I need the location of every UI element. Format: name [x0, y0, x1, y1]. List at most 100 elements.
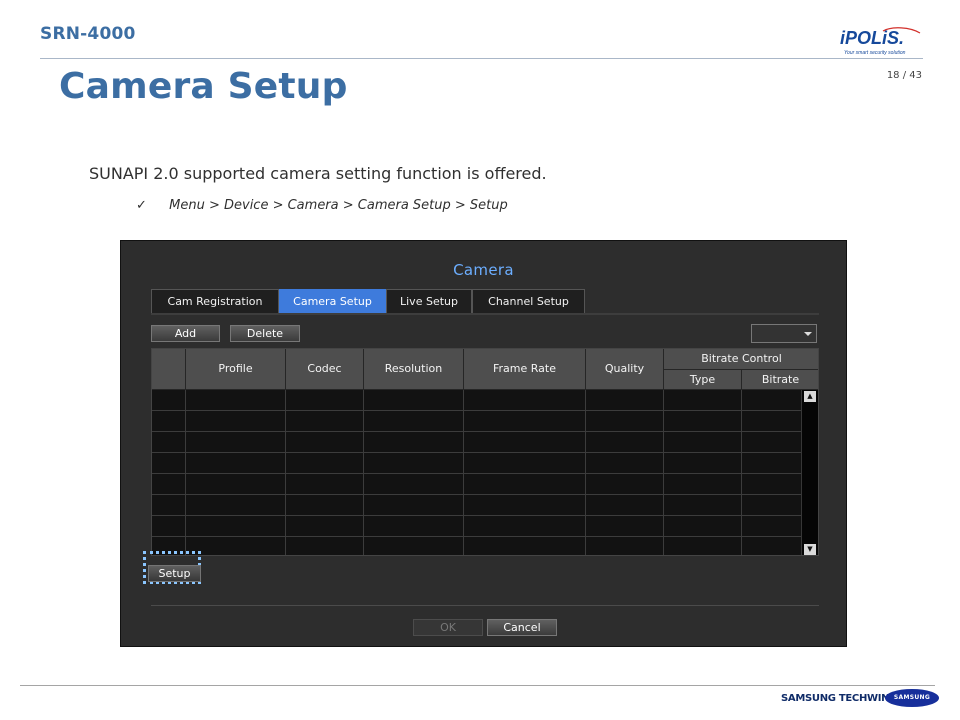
bitrate-control-column-group: Bitrate Control: [664, 349, 818, 370]
frame-rate-column-header: Frame Rate: [464, 349, 586, 390]
type-cell: [664, 516, 742, 537]
type-cell: [664, 432, 742, 453]
row-select-cell[interactable]: [152, 432, 186, 453]
tab-camera-setup[interactable]: Camera Setup: [279, 289, 386, 313]
profile-table-body: [152, 390, 802, 555]
table-row[interactable]: [152, 453, 802, 474]
table-scrollbar[interactable]: ▲ ▼: [801, 390, 818, 555]
row-select-cell[interactable]: [152, 495, 186, 516]
table-row[interactable]: [152, 390, 802, 411]
quality-column-header: Quality: [586, 349, 664, 390]
page-title: Camera Setup: [59, 66, 348, 107]
quality-cell: [586, 537, 664, 555]
profile-dropdown[interactable]: [751, 324, 817, 343]
chevron-down-icon: [804, 332, 812, 336]
table-row[interactable]: [152, 411, 802, 432]
add-button[interactable]: Add: [151, 325, 220, 342]
type-cell: [664, 390, 742, 411]
setup-button[interactable]: Setup: [148, 565, 201, 582]
table-row[interactable]: [152, 495, 802, 516]
frame-rate-cell: [464, 495, 586, 516]
tab-channel-setup[interactable]: Channel Setup: [472, 289, 585, 313]
bitrate-cell: [742, 495, 802, 516]
resolution-cell: [364, 432, 464, 453]
profile-cell: [186, 411, 286, 432]
codec-cell: [286, 516, 364, 537]
type-cell: [664, 495, 742, 516]
menu-path-text: Menu > Device > Camera > Camera Setup > …: [169, 198, 508, 213]
ok-button[interactable]: OK: [413, 619, 483, 636]
cancel-button[interactable]: Cancel: [487, 619, 557, 636]
row-select-cell[interactable]: [152, 474, 186, 495]
dialog-title: Camera: [453, 261, 514, 279]
codec-cell: [286, 453, 364, 474]
resolution-cell: [364, 453, 464, 474]
codec-cell: [286, 474, 364, 495]
bitrate-cell: [742, 432, 802, 453]
profile-cell: [186, 453, 286, 474]
frame-rate-cell: [464, 432, 586, 453]
quality-cell: [586, 411, 664, 432]
bitrate-cell: [742, 474, 802, 495]
dialog-divider: [151, 605, 819, 606]
frame-rate-cell: [464, 411, 586, 432]
scroll-down-icon[interactable]: ▼: [804, 544, 816, 555]
quality-cell: [586, 453, 664, 474]
resolution-cell: [364, 474, 464, 495]
quality-cell: [586, 432, 664, 453]
profile-table: Profile Codec Resolution Frame Rate Qual…: [151, 348, 819, 556]
camera-tabs: Cam Registration Camera Setup Live Setup…: [151, 289, 819, 315]
bitrate-column-header: Bitrate: [742, 370, 818, 390]
page-number: 18 / 43: [886, 70, 922, 81]
table-row[interactable]: [152, 474, 802, 495]
row-select-cell[interactable]: [152, 453, 186, 474]
top-rule: [40, 58, 923, 59]
profile-cell: [186, 516, 286, 537]
samsung-techwin-logo: SAMSUNG TECHWIN: [781, 693, 890, 704]
bitrate-cell: [742, 390, 802, 411]
tab-cam-registration[interactable]: Cam Registration: [151, 289, 279, 313]
quality-cell: [586, 495, 664, 516]
ipolis-logo: iPOLiS. Your smart security solution: [840, 27, 921, 56]
type-cell: [664, 537, 742, 555]
row-select-cell[interactable]: [152, 516, 186, 537]
profile-column-header: Profile: [186, 349, 286, 390]
quality-cell: [586, 474, 664, 495]
resolution-cell: [364, 390, 464, 411]
check-icon: ✓: [136, 198, 147, 213]
frame-rate-cell: [464, 390, 586, 411]
tab-live-setup[interactable]: Live Setup: [386, 289, 472, 313]
table-row[interactable]: [152, 516, 802, 537]
frame-rate-cell: [464, 537, 586, 555]
profile-cell: [186, 537, 286, 555]
quality-cell: [586, 390, 664, 411]
camera-dialog: Camera Cam Registration Camera Setup Liv…: [120, 240, 847, 647]
scroll-up-icon[interactable]: ▲: [804, 391, 816, 402]
frame-rate-cell: [464, 516, 586, 537]
model-label: SRN-4000: [40, 24, 136, 44]
resolution-cell: [364, 516, 464, 537]
bitrate-cell: [742, 537, 802, 555]
profile-cell: [186, 432, 286, 453]
samsung-logo: SAMSUNG: [885, 689, 939, 707]
resolution-column-header: Resolution: [364, 349, 464, 390]
codec-cell: [286, 495, 364, 516]
table-row[interactable]: [152, 537, 802, 555]
select-column-header: [152, 349, 186, 390]
bitrate-cell: [742, 453, 802, 474]
delete-button[interactable]: Delete: [230, 325, 300, 342]
bitrate-cell: [742, 411, 802, 432]
codec-cell: [286, 432, 364, 453]
resolution-cell: [364, 411, 464, 432]
table-row[interactable]: [152, 432, 802, 453]
profile-cell: [186, 474, 286, 495]
row-select-cell[interactable]: [152, 390, 186, 411]
footer-rule: [20, 685, 935, 686]
resolution-cell: [364, 495, 464, 516]
profile-cell: [186, 390, 286, 411]
type-cell: [664, 411, 742, 432]
codec-cell: [286, 411, 364, 432]
quality-cell: [586, 516, 664, 537]
menu-path: ✓ Menu > Device > Camera > Camera Setup …: [136, 198, 508, 213]
row-select-cell[interactable]: [152, 411, 186, 432]
